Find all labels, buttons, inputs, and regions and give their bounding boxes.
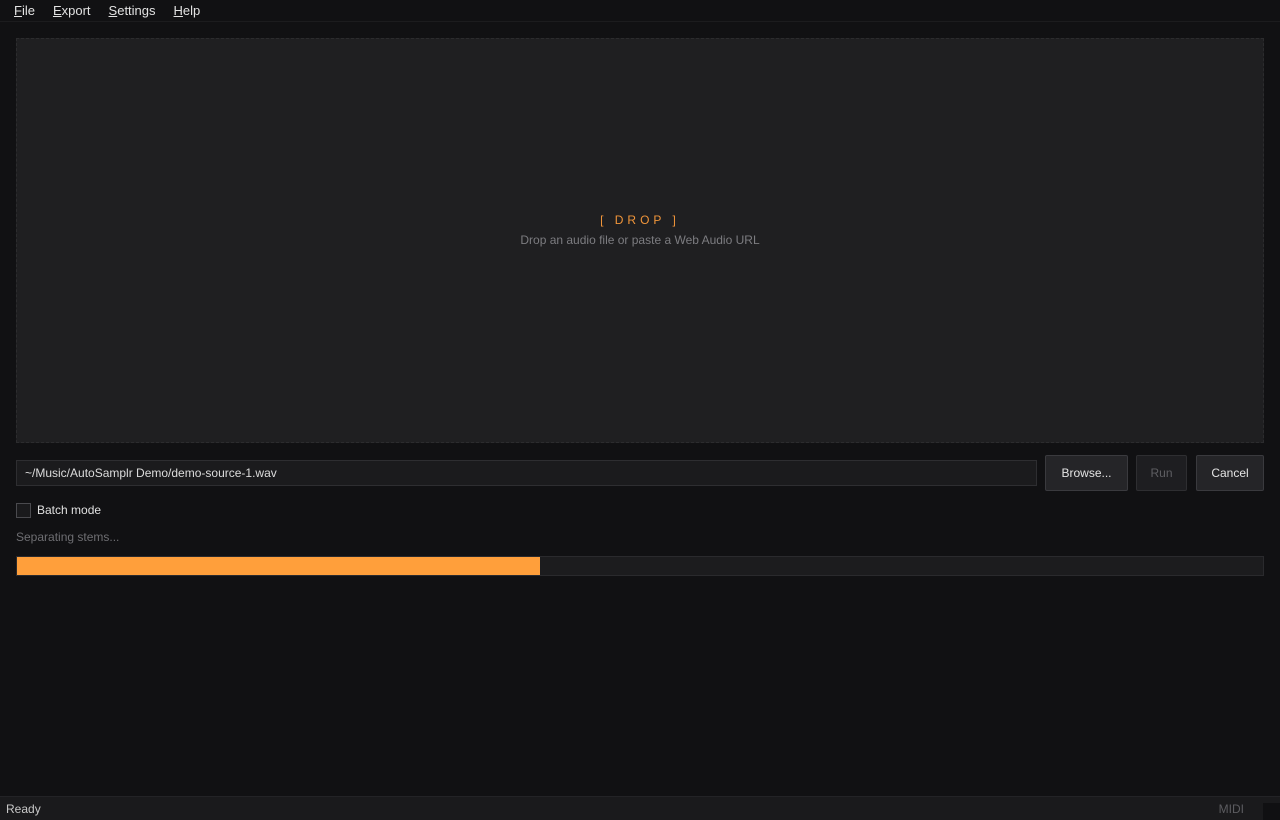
drop-zone[interactable]: [ DROP ] Drop an audio file or paste a W… <box>16 38 1264 443</box>
progress-bar <box>16 556 1264 576</box>
progress-fill <box>17 557 541 575</box>
menu-help-rest: elp <box>182 2 201 18</box>
source-path-input[interactable] <box>16 460 1037 486</box>
browse-button[interactable]: Browse... <box>1045 455 1128 491</box>
menu-export[interactable]: Export <box>44 0 100 22</box>
menu-file-rest: ile <box>21 2 35 18</box>
drop-title: [ DROP ] <box>600 212 680 227</box>
batch-mode-row[interactable]: Batch mode <box>16 502 101 518</box>
menu-help-mnemonic: H <box>173 2 183 18</box>
batch-mode-checkbox[interactable] <box>16 502 31 518</box>
midi-indicator: MIDI <box>1218 801 1244 816</box>
menu-settings-rest: ettings <box>117 2 156 18</box>
run-button[interactable]: Run <box>1136 455 1187 491</box>
menu-settings[interactable]: Settings <box>100 0 165 22</box>
menu-settings-mnemonic: S <box>108 2 118 18</box>
cancel-button[interactable]: Cancel <box>1196 455 1264 491</box>
menu-file[interactable]: File <box>5 0 44 22</box>
menu-bar: File Export Settings Help <box>0 0 1280 22</box>
batch-mode-label: Batch mode <box>37 503 102 517</box>
drop-hint: Drop an audio file or paste a Web Audio … <box>520 232 760 247</box>
menu-export-mnemonic: E <box>52 2 62 18</box>
menu-export-rest: xport <box>61 2 91 18</box>
menu-file-mnemonic: F <box>14 2 22 18</box>
status-bar: Ready MIDI <box>0 796 1280 820</box>
progress-status-text: Separating stems... <box>16 530 120 544</box>
menu-help[interactable]: Help <box>165 0 210 22</box>
status-ready: Ready <box>6 801 41 816</box>
size-grip-icon[interactable] <box>1263 803 1280 820</box>
